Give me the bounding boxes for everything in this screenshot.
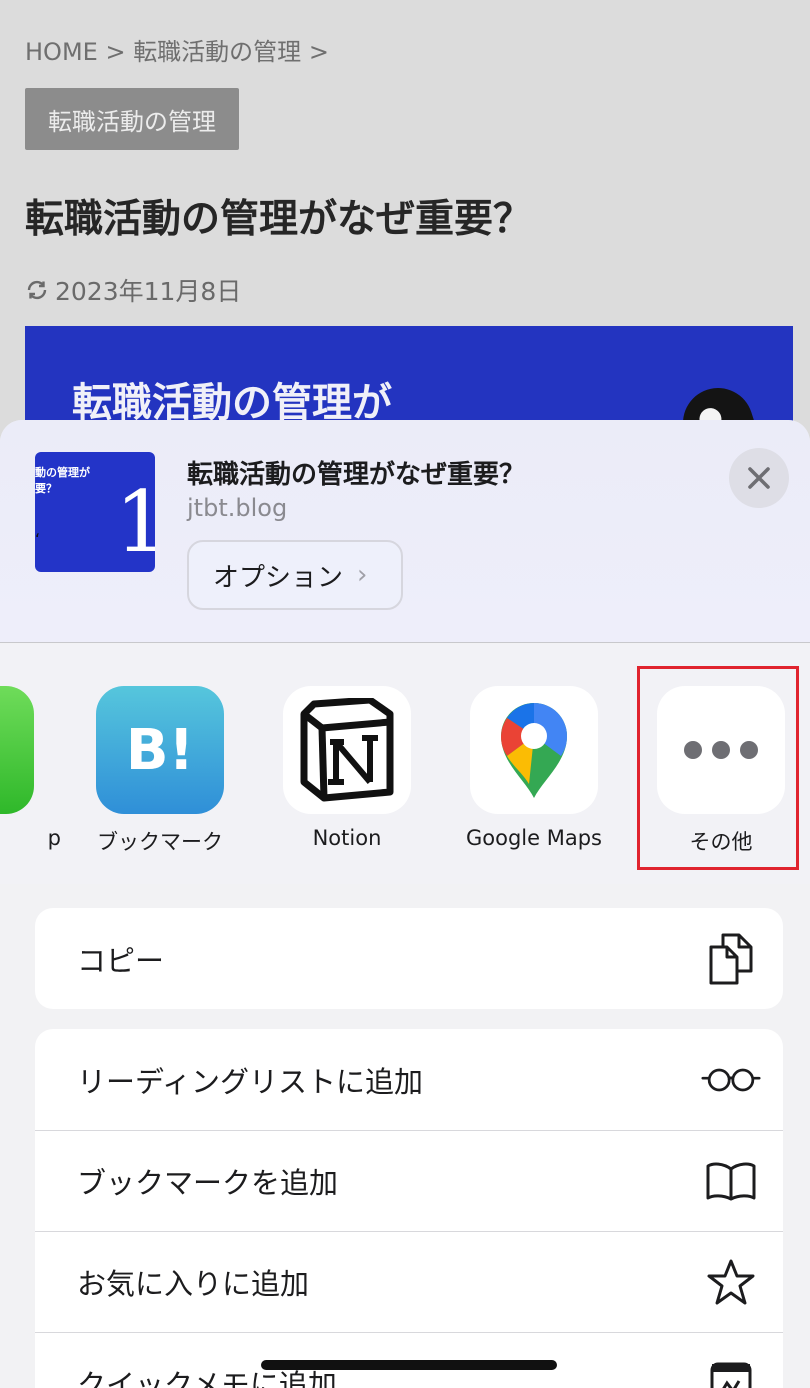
breadcrumb: HOME > 転職活動の管理 >	[25, 32, 329, 67]
thumbnail-text-line2: 要？	[35, 482, 57, 495]
app-label: Google Maps	[466, 826, 602, 850]
quick-note-icon	[701, 1353, 761, 1388]
thumbnail-text-line1: 動の管理が	[35, 466, 90, 479]
copy-icon	[701, 929, 761, 989]
share-app-hatena-bookmark[interactable]: B! ブックマーク	[65, 686, 255, 856]
app-label: p	[47, 826, 61, 850]
chevron-right-icon: ›	[357, 560, 368, 590]
close-button[interactable]	[729, 448, 789, 508]
article-title: 転職活動の管理がなぜ重要？	[25, 197, 533, 242]
actions-group-copy: コピー	[35, 908, 783, 1009]
action-copy[interactable]: コピー	[35, 908, 783, 1009]
options-button[interactable]: オプション ›	[187, 540, 403, 610]
notion-icon	[283, 686, 411, 814]
thumbnail-mark: ʻ	[35, 530, 41, 549]
share-app-more[interactable]: その他	[626, 686, 810, 856]
category-tag[interactable]: 転職活動の管理	[25, 88, 239, 150]
messages-app-icon	[0, 686, 34, 814]
action-label: ブックマークを追加	[77, 1166, 339, 1200]
book-icon	[701, 1151, 761, 1211]
share-app-notion[interactable]: Notion	[252, 686, 442, 856]
options-label: オプション	[213, 562, 344, 593]
share-sheet-header: 動の管理が 要？ ʻ 1 転職活動の管理がなぜ重要？ jtbt.blog オプシ…	[0, 420, 810, 643]
more-icon	[657, 686, 785, 814]
app-label: その他	[689, 830, 753, 854]
share-app-google-maps[interactable]: Google Maps	[439, 686, 629, 856]
share-page-domain: jtbt.blog	[187, 494, 288, 522]
action-add-favorites[interactable]: お気に入りに追加	[35, 1231, 783, 1332]
actions-group-add: リーディングリストに追加 ブックマークを追加 お気に入りに追加 クイックメモに追…	[35, 1029, 783, 1388]
action-add-reading-list[interactable]: リーディングリストに追加	[35, 1029, 783, 1130]
share-sheet: 動の管理が 要？ ʻ 1 転職活動の管理がなぜ重要？ jtbt.blog オプシ…	[0, 420, 810, 1388]
thumbnail-number: 1	[115, 473, 155, 571]
more-dot	[684, 741, 702, 759]
breadcrumb-home[interactable]: HOME >	[25, 38, 126, 66]
app-label: ブックマーク	[97, 830, 223, 854]
update-date: 2023年11月8日	[25, 272, 241, 308]
more-dot	[740, 741, 758, 759]
date-text: 2023年11月8日	[55, 277, 242, 306]
app-label: Notion	[312, 826, 382, 850]
action-label: コピー	[77, 943, 165, 978]
hatena-bookmark-icon: B!	[96, 686, 224, 814]
google-maps-icon	[470, 686, 598, 814]
action-label: リーディングリストに追加	[77, 1064, 423, 1099]
action-add-bookmark[interactable]: ブックマークを追加	[35, 1130, 783, 1231]
share-page-title: 転職活動の管理がなぜ重要？	[187, 460, 526, 490]
star-icon	[701, 1252, 761, 1312]
page-thumbnail: 動の管理が 要？ ʻ 1	[35, 452, 155, 572]
more-dot	[712, 741, 730, 759]
close-icon	[748, 467, 770, 489]
breadcrumb-category[interactable]: 転職活動の管理 >	[133, 32, 329, 67]
home-indicator[interactable]	[261, 1360, 557, 1370]
action-label: お気に入りに追加	[77, 1267, 310, 1301]
refresh-icon	[27, 280, 47, 300]
share-apps-row: p B! ブックマーク Notion Google Maps その他	[0, 644, 810, 884]
glasses-icon	[701, 1050, 761, 1110]
share-app-messages[interactable]: p	[0, 686, 65, 856]
